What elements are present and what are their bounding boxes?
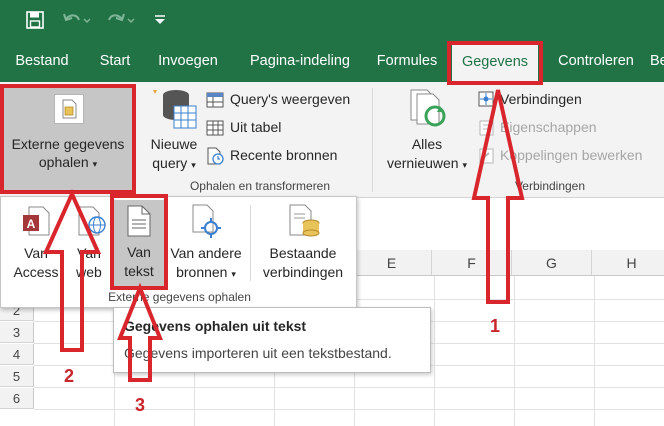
properties-icon bbox=[479, 120, 494, 136]
customize-qat-icon[interactable] bbox=[150, 8, 170, 32]
from-web-label-1: Van bbox=[77, 245, 101, 261]
edit-links-icon bbox=[479, 148, 494, 164]
column-header-e[interactable]: E bbox=[352, 250, 432, 276]
tab-controleren[interactable]: Controleren bbox=[548, 40, 644, 82]
new-query-button[interactable]: Nieuwe query ▾ bbox=[144, 86, 204, 174]
row-header-3[interactable]: 3 bbox=[0, 322, 34, 343]
annotation-box-from-text bbox=[110, 194, 168, 290]
dropdown-separator bbox=[250, 205, 251, 281]
properties-label: Eigenschappen bbox=[500, 119, 597, 135]
group-label-get-transform: Ophalen en transformeren bbox=[189, 179, 331, 193]
dropdown-group-label: Externe gegevens ophalen bbox=[108, 290, 251, 304]
new-query-icon bbox=[153, 90, 197, 129]
existing-connections-icon bbox=[289, 204, 320, 237]
tooltip-description: Gegevens importeren uit een tekstbestand… bbox=[124, 345, 392, 361]
existing-connections-button[interactable]: Bestaande verbindingen bbox=[253, 201, 353, 287]
from-table-button[interactable]: Uit tabel bbox=[206, 118, 366, 140]
row-header-6[interactable]: 6 bbox=[0, 388, 34, 409]
step-number-3: 3 bbox=[135, 395, 146, 415]
chevron-down-icon: ▾ bbox=[191, 160, 196, 170]
external-data-dropdown: A Van Access Van web Van tekst Van ander… bbox=[0, 196, 357, 308]
refresh-all-icon bbox=[410, 89, 446, 127]
ribbon-separator bbox=[372, 88, 373, 192]
excel-window: Bestand Start Invoegen Pagina-indeling F… bbox=[0, 0, 664, 426]
quick-access-toolbar bbox=[0, 0, 664, 40]
existing-connections-label-1: Bestaande bbox=[269, 245, 337, 261]
connections-button[interactable]: Verbindingen bbox=[478, 90, 658, 112]
connections-label: Verbindingen bbox=[500, 91, 582, 107]
tooltip-from-text: Gegevens ophalen uit tekst Gegevens impo… bbox=[113, 307, 431, 373]
svg-text:A: A bbox=[27, 217, 36, 231]
edit-links-button[interactable]: Koppelingen bewerken bbox=[478, 146, 662, 168]
from-access-button[interactable]: A Van Access bbox=[5, 201, 67, 287]
group-label-connections: Verbindingen bbox=[514, 179, 586, 193]
column-header-g[interactable]: G bbox=[512, 250, 592, 276]
recent-sources-icon bbox=[207, 147, 224, 165]
chevron-down-icon: ▾ bbox=[231, 269, 236, 279]
annotation-box-gegevens-tab bbox=[447, 41, 543, 85]
web-icon bbox=[78, 206, 106, 236]
step-number-2: 2 bbox=[64, 366, 75, 386]
table-icon bbox=[206, 92, 224, 108]
column-header-h[interactable]: H bbox=[592, 250, 664, 276]
connections-icon bbox=[478, 91, 494, 107]
recent-sources-label: Recente bronnen bbox=[230, 147, 338, 163]
properties-button[interactable]: Eigenschappen bbox=[478, 118, 658, 140]
existing-connections-label-2: verbindingen bbox=[262, 264, 344, 280]
from-other-label-2: bronnen ▾ bbox=[176, 264, 236, 280]
undo-icon[interactable] bbox=[60, 8, 94, 32]
tooltip-title: Gegevens ophalen uit tekst bbox=[124, 318, 307, 334]
from-access-label-1: Van bbox=[24, 245, 48, 261]
row-header-4[interactable]: 4 bbox=[0, 344, 34, 365]
tab-bestand[interactable]: Bestand bbox=[8, 40, 76, 82]
row-header-5[interactable]: 5 bbox=[0, 366, 34, 387]
save-icon[interactable] bbox=[22, 8, 48, 32]
refresh-all-button[interactable]: Alles vernieuwen ▾ bbox=[380, 86, 474, 174]
from-table-label: Uit tabel bbox=[230, 119, 282, 135]
ribbon-tab-bar: Bestand Start Invoegen Pagina-indeling F… bbox=[0, 40, 664, 82]
grid-icon bbox=[206, 120, 224, 136]
from-other-sources-button[interactable]: Van andere bronnen ▾ bbox=[167, 201, 245, 287]
from-web-label-2: web bbox=[76, 264, 102, 280]
from-access-label-2: Access bbox=[13, 264, 59, 280]
new-query-label-2: query ▾ bbox=[152, 155, 196, 171]
new-query-label-1: Nieuwe bbox=[150, 136, 198, 152]
tab-formules[interactable]: Formules bbox=[370, 40, 444, 82]
recent-sources-button[interactable]: Recente bronnen bbox=[206, 146, 366, 168]
show-queries-label: Query's weergeven bbox=[230, 91, 351, 107]
other-sources-icon bbox=[192, 204, 221, 238]
refresh-all-label-2: vernieuwen ▾ bbox=[386, 155, 468, 171]
step-number-1: 1 bbox=[490, 316, 501, 336]
edit-links-label: Koppelingen bewerken bbox=[500, 147, 643, 163]
from-other-label-1: Van andere bbox=[170, 245, 242, 261]
tab-start[interactable]: Start bbox=[90, 40, 140, 82]
tab-pagina-indeling[interactable]: Pagina-indeling bbox=[238, 40, 362, 82]
show-queries-button[interactable]: Query's weergeven bbox=[206, 90, 366, 112]
column-header-f[interactable]: F bbox=[432, 250, 512, 276]
refresh-all-label-1: Alles bbox=[411, 136, 443, 152]
access-icon: A bbox=[23, 206, 50, 236]
from-web-button[interactable]: Van web bbox=[67, 201, 111, 287]
redo-icon[interactable] bbox=[104, 8, 138, 32]
grid-line bbox=[34, 387, 664, 388]
grid-line bbox=[34, 409, 664, 410]
tab-invoegen[interactable]: Invoegen bbox=[150, 40, 226, 82]
annotation-box-external-data bbox=[0, 84, 136, 194]
tab-beeld[interactable]: Be bbox=[650, 40, 664, 82]
chevron-down-icon: ▾ bbox=[462, 160, 468, 170]
